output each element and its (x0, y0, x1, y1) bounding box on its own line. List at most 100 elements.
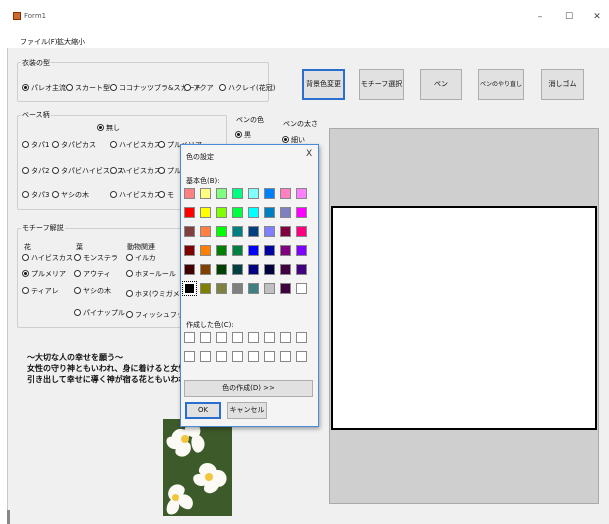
basic-color-swatch[interactable] (248, 264, 259, 275)
basic-color-swatch[interactable] (216, 283, 227, 294)
basic-color-swatch[interactable] (296, 264, 307, 275)
basic-color-swatch[interactable] (200, 188, 211, 199)
basic-color-swatch[interactable] (216, 264, 227, 275)
custom-color-swatch[interactable] (184, 351, 195, 362)
menu-zoom[interactable]: 拡大縮小 (57, 37, 85, 47)
basic-color-swatch[interactable] (216, 188, 227, 199)
custom-color-swatch[interactable] (280, 351, 291, 362)
motif-plumeria[interactable]: プルメリア (22, 269, 66, 279)
define-custom-colors-button[interactable]: 色の作成(D) >> (184, 380, 313, 397)
basic-color-swatch[interactable] (184, 207, 195, 218)
basic-color-swatch[interactable] (248, 245, 259, 256)
basic-color-swatch[interactable] (216, 207, 227, 218)
color-dialog-close-button[interactable]: X (306, 149, 312, 159)
basic-color-swatch[interactable] (184, 245, 195, 256)
basic-color-swatch[interactable] (280, 264, 291, 275)
cancel-button[interactable]: キャンセル (227, 402, 267, 419)
basic-color-swatch[interactable] (232, 264, 243, 275)
base-option-palm[interactable]: ヤシの木 (52, 190, 89, 200)
motif-auti[interactable]: アウティ (74, 269, 111, 279)
basic-color-swatch[interactable] (264, 245, 275, 256)
basic-color-swatch[interactable] (280, 283, 291, 294)
basic-color-swatch[interactable] (248, 188, 259, 199)
base-option-tapa2[interactable]: タパ2 (22, 166, 49, 176)
basic-color-swatch[interactable] (184, 188, 195, 199)
motif-select-button[interactable]: モチーフ選択 (359, 69, 404, 100)
dress-option-skirt[interactable]: スカート型 (66, 83, 110, 93)
basic-color-swatch[interactable] (296, 207, 307, 218)
basic-color-swatch[interactable] (232, 207, 243, 218)
basic-color-swatch[interactable] (264, 188, 275, 199)
basic-color-swatch[interactable] (232, 283, 243, 294)
dress-option-haku[interactable]: ハクレイ(花冠) (219, 83, 275, 93)
basic-color-swatch[interactable] (248, 207, 259, 218)
motif-dolphin[interactable]: イルカ (126, 253, 156, 263)
dress-option-aqua[interactable]: アクア (184, 83, 214, 93)
basic-color-swatch[interactable] (216, 226, 227, 237)
base-option-tapa1[interactable]: タパ1 (22, 140, 49, 150)
basic-color-swatch[interactable] (200, 283, 211, 294)
basic-color-swatch[interactable] (184, 226, 195, 237)
basic-color-swatch[interactable] (200, 207, 211, 218)
basic-color-swatch[interactable] (296, 245, 307, 256)
base-option-tapa-hibiscus[interactable]: タパピカス (52, 140, 96, 150)
basic-color-swatch[interactable] (280, 245, 291, 256)
custom-color-swatch[interactable] (264, 351, 275, 362)
maximize-button[interactable]: ☐ (562, 12, 576, 22)
basic-color-swatch[interactable] (280, 226, 291, 237)
basic-color-swatch[interactable] (200, 264, 211, 275)
base-option-mo[interactable]: モ (158, 190, 174, 200)
basic-color-swatch[interactable] (264, 226, 275, 237)
basic-color-swatch[interactable] (232, 245, 243, 256)
base-option-none[interactable]: 無し (97, 123, 120, 133)
ok-button[interactable]: OK (185, 402, 221, 419)
custom-color-swatch[interactable] (232, 332, 243, 343)
basic-color-swatch[interactable] (296, 226, 307, 237)
drawing-canvas[interactable] (331, 206, 597, 430)
basic-color-swatch[interactable] (200, 245, 211, 256)
custom-color-swatch[interactable] (216, 332, 227, 343)
basic-color-swatch[interactable] (264, 264, 275, 275)
motif-tiare[interactable]: ティアレ (22, 286, 59, 296)
basic-color-swatch[interactable] (296, 283, 307, 294)
motif-monstera[interactable]: モンステラ (74, 253, 118, 263)
basic-color-swatch[interactable] (182, 281, 197, 296)
basic-color-swatch[interactable] (184, 264, 195, 275)
basic-color-swatch[interactable] (280, 188, 291, 199)
pen-button[interactable]: ペン (420, 69, 462, 100)
custom-color-swatch[interactable] (248, 351, 259, 362)
basic-color-swatch[interactable] (264, 207, 275, 218)
basic-color-swatch[interactable] (280, 207, 291, 218)
motif-hibiscus[interactable]: ハイビスカス (22, 253, 73, 263)
basic-color-swatch[interactable] (232, 188, 243, 199)
custom-color-swatch[interactable] (296, 332, 307, 343)
base-option-plu[interactable]: プル (158, 166, 181, 176)
basic-color-swatch[interactable] (248, 283, 259, 294)
resize-handle[interactable] (7, 510, 10, 524)
basic-color-swatch[interactable] (248, 226, 259, 237)
basic-color-swatch[interactable] (216, 245, 227, 256)
custom-color-swatch[interactable] (216, 351, 227, 362)
bg-color-button[interactable]: 背景色変更 (302, 69, 345, 100)
motif-honu-tail[interactable]: ホヌ~ルール (126, 269, 176, 279)
motif-pineapple[interactable]: パイナップル (74, 308, 125, 318)
pen-undo-button[interactable]: ペンのやり直し (478, 69, 524, 100)
basic-color-swatch[interactable] (200, 226, 211, 237)
base-option-tapa3[interactable]: タパ3 (22, 190, 49, 200)
basic-color-swatch[interactable] (264, 283, 275, 294)
custom-color-swatch[interactable] (264, 332, 275, 343)
basic-color-swatch[interactable] (232, 226, 243, 237)
dress-option-pareo[interactable]: パレオ主流 (22, 83, 66, 93)
custom-color-swatch[interactable] (296, 351, 307, 362)
minimize-button[interactable]: – (533, 12, 547, 22)
eraser-button[interactable]: 消しゴム (541, 69, 584, 100)
motif-palm[interactable]: ヤシの木 (74, 286, 111, 296)
basic-color-swatch[interactable] (296, 188, 307, 199)
close-button[interactable]: ✕ (590, 12, 604, 22)
custom-color-swatch[interactable] (200, 351, 211, 362)
custom-color-swatch[interactable] (248, 332, 259, 343)
motif-honu[interactable]: ホヌ(ウミガメ) (126, 289, 182, 299)
custom-color-swatch[interactable] (280, 332, 291, 343)
custom-color-swatch[interactable] (184, 332, 195, 343)
menu-file[interactable]: ファイル(F) (20, 37, 58, 47)
